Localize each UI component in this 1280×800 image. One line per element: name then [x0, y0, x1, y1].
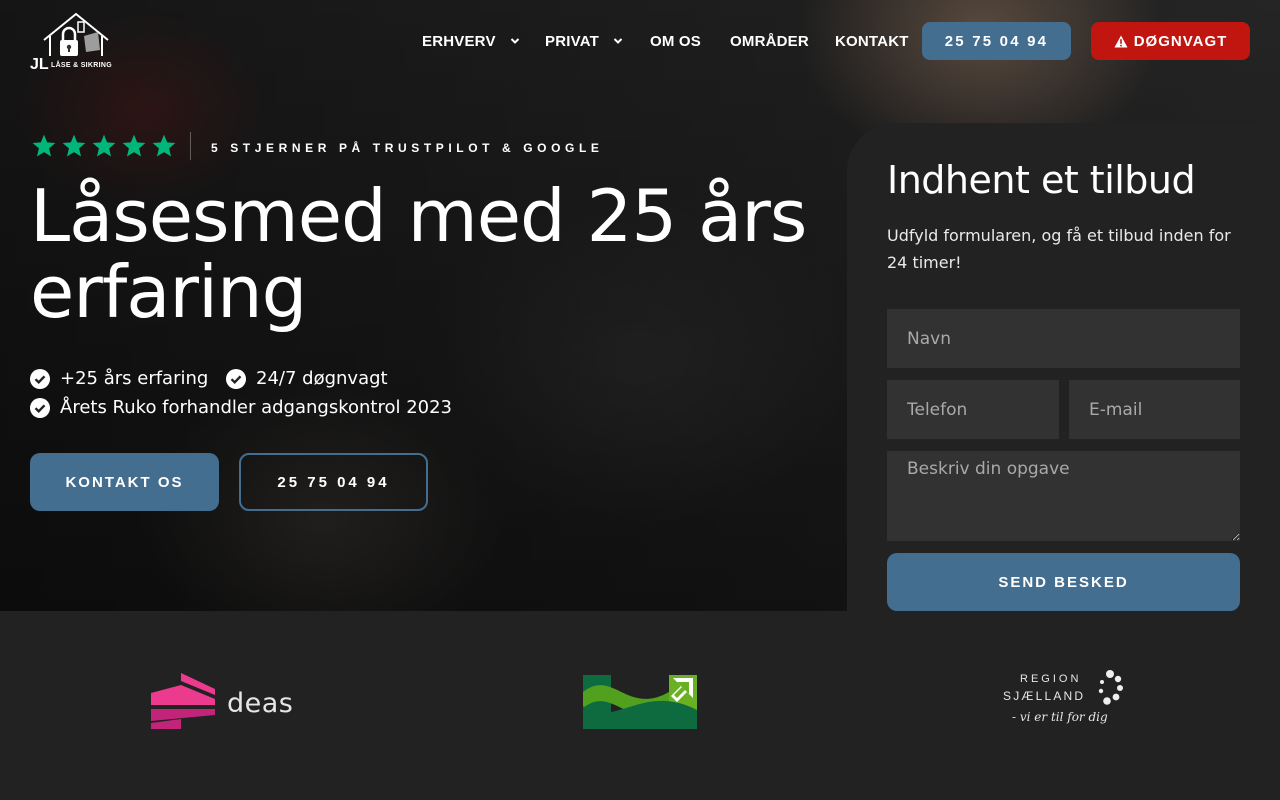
- nav-item-omraader[interactable]: OMRÅDER: [730, 22, 809, 60]
- nav-item-kontakt[interactable]: KONTAKT: [835, 22, 909, 60]
- nav-label: ERHVERV: [422, 32, 496, 50]
- rating-text: 5 STJERNER PÅ TRUSTPILOT & GOOGLE: [211, 141, 604, 155]
- main-nav: ERHVERV PRIVAT OM OS OMRÅDER KONTAKT: [0, 22, 1280, 60]
- send-button[interactable]: SEND BESKED: [887, 553, 1240, 611]
- star-icon: [122, 134, 146, 157]
- header-phone-button[interactable]: 25 75 04 94: [922, 22, 1071, 60]
- form-description: Udfyld formularen, og få et tilbud inden…: [887, 226, 1231, 272]
- region-logo-tagline: - vi er til for dig: [1012, 710, 1108, 724]
- send-label: SEND BESKED: [998, 573, 1129, 591]
- green-partner-logo-icon: [583, 675, 697, 729]
- feature-item: Årets Ruko forhandler adgangskontrol 202…: [30, 397, 452, 418]
- nav-item-erhverv[interactable]: ERHVERV: [422, 22, 520, 60]
- star-icon: [32, 134, 56, 157]
- task-description-field[interactable]: [887, 451, 1240, 541]
- check-circle-icon: [30, 368, 50, 389]
- page-title: Låsesmed med 25 års erfaring: [30, 174, 807, 334]
- feature-label: Årets Ruko forhandler adgangskontrol 202…: [60, 397, 453, 418]
- hero-phone-button[interactable]: 25 75 04 94: [239, 453, 428, 511]
- phone-number: 25 75 04 94: [277, 473, 390, 491]
- check-circle-icon: [30, 397, 50, 418]
- chevron-down-icon: [510, 38, 519, 44]
- form-title: Indhent et tilbud: [887, 158, 1196, 202]
- emergency-label: DØGNVAGT: [1133, 32, 1228, 50]
- region-logo-line2: SJÆLLAND: [1003, 689, 1086, 703]
- contact-button[interactable]: KONTAKT OS: [30, 453, 219, 511]
- nav-item-om-os[interactable]: OM OS: [650, 22, 701, 60]
- feature-label: +25 års erfaring: [60, 368, 209, 389]
- feature-item: +25 års erfaring: [30, 368, 208, 389]
- rating-divider: [190, 132, 191, 160]
- region-dots-icon: [1098, 670, 1123, 705]
- logo-subtext: LÅSE & SIKRING: [51, 62, 112, 69]
- phone-number: 25 75 04 94: [944, 32, 1049, 50]
- warning-icon: [1114, 35, 1128, 47]
- email-field[interactable]: [1069, 380, 1240, 439]
- name-field[interactable]: [887, 309, 1240, 368]
- nav-label: PRIVAT: [545, 32, 599, 50]
- nav-label: OM OS: [650, 32, 702, 50]
- contact-label: KONTAKT OS: [65, 473, 184, 491]
- star-icon: [62, 134, 86, 157]
- region-logo-line1: REGION: [1020, 673, 1082, 685]
- star-icon: [92, 134, 116, 157]
- chevron-down-icon: [613, 38, 623, 44]
- phone-field[interactable]: [887, 380, 1059, 439]
- feature-item: 24/7 døgnvagt: [226, 368, 388, 389]
- deas-logo-text: deas: [227, 688, 294, 719]
- deas-logo-icon: [151, 673, 215, 729]
- nav-label: KONTAKT: [835, 32, 909, 50]
- nav-item-privat[interactable]: PRIVAT: [545, 22, 623, 60]
- rating-stars: [30, 133, 178, 159]
- nav-label: OMRÅDER: [730, 32, 809, 50]
- emergency-button[interactable]: DØGNVAGT: [1091, 22, 1250, 60]
- feature-label: 24/7 døgnvagt: [256, 368, 388, 389]
- star-icon: [152, 134, 176, 157]
- check-circle-icon: [226, 368, 246, 389]
